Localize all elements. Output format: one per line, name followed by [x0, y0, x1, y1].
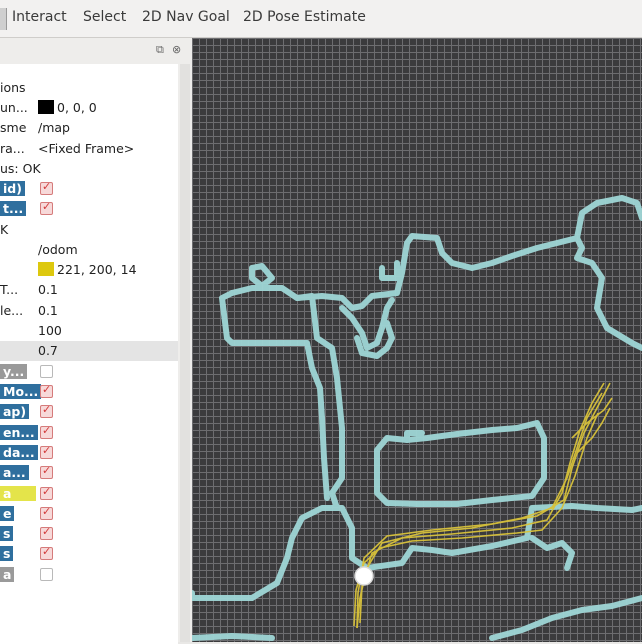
tree-row-color[interactable]: 221, 200, 14 [0, 260, 178, 280]
enable-checkbox[interactable] [40, 505, 53, 520]
background-color-value: 0, 0, 0 [57, 100, 97, 115]
row-label: a... [0, 465, 29, 480]
panel-scrollbar[interactable] [180, 64, 190, 642]
map-wall [379, 260, 400, 281]
row-label: e [0, 506, 15, 521]
map-wall [294, 195, 642, 311]
row-label: id) [0, 181, 25, 196]
row-label: da... [0, 445, 38, 460]
row-label: ap) [0, 404, 30, 419]
tree-row-tolerance-2[interactable]: le... 0.1 [0, 301, 178, 321]
tree-row-background-color[interactable]: un... 0, 0, 0 [0, 98, 178, 118]
map-canvas [192, 195, 642, 641]
row-value[interactable]: 221, 200, 14 [38, 262, 137, 277]
tree-row-display-3[interactable]: y... [0, 362, 178, 382]
path-trail [353, 412, 599, 627]
map-wall [249, 263, 275, 289]
enable-checkbox[interactable] [40, 424, 53, 439]
map-wall [489, 595, 642, 641]
tree-row-length[interactable]: 0.7 [0, 341, 178, 361]
color-swatch-icon[interactable] [38, 100, 54, 114]
row-label: a [0, 567, 15, 582]
enable-checkbox[interactable] [40, 485, 53, 500]
tree-row-fixed-frame[interactable]: sme /map [0, 118, 178, 138]
robot-marker [354, 566, 374, 586]
row-value[interactable]: 100 [38, 323, 62, 338]
select-button[interactable]: Select [83, 9, 126, 25]
row-label: s [0, 526, 14, 541]
display-tree: ions un... 0, 0, 0 sme /map ra... <Fixed… [0, 64, 178, 644]
row-label: us: OK [0, 161, 41, 176]
row-value[interactable]: 0, 0, 0 [38, 100, 97, 115]
tree-row-display-11[interactable]: s [0, 524, 178, 544]
row-value[interactable]: /odom [38, 242, 78, 257]
tree-row-frame-rate[interactable]: ra... <Fixed Frame> [0, 139, 178, 159]
row-value[interactable]: <Fixed Frame> [38, 141, 134, 156]
close-icon[interactable]: ⊗ [172, 43, 181, 56]
tree-row-status-ok[interactable]: K [0, 220, 178, 240]
tree-row-display-6[interactable]: en... [0, 423, 178, 443]
map-wall [574, 235, 642, 351]
tree-row-tolerance-1[interactable]: T... 0.1 [0, 280, 178, 300]
enable-checkbox[interactable] [40, 180, 53, 195]
row-label: K [0, 222, 9, 237]
enable-checkbox[interactable] [40, 383, 53, 398]
row-value[interactable]: 0.1 [38, 303, 58, 318]
row-label: le... [0, 303, 24, 318]
row-value[interactable]: 0.1 [38, 282, 58, 297]
enable-checkbox[interactable] [40, 545, 53, 560]
map-wall [374, 420, 547, 507]
tree-row-display-4[interactable]: Mo... [0, 382, 178, 402]
undock-icon[interactable]: ⧉ [156, 43, 164, 57]
tree-row-display-12[interactable]: s [0, 544, 178, 564]
row-label: y... [0, 364, 28, 379]
enable-checkbox[interactable] [40, 200, 53, 215]
enable-checkbox[interactable] [40, 525, 53, 540]
tree-row-status[interactable]: us: OK [0, 159, 178, 179]
map-view[interactable] [192, 38, 642, 642]
row-label: s [0, 546, 14, 561]
toolbar: Interact Select 2D Nav Goal 2D Pose Esti… [0, 0, 642, 38]
row-label: t... [0, 201, 27, 216]
enable-checkbox[interactable] [40, 365, 53, 378]
move-camera-icon[interactable] [0, 8, 7, 30]
enable-checkbox[interactable] [40, 464, 53, 479]
enable-checkbox[interactable] [40, 568, 53, 581]
tree-row-reference-frame[interactable]: /odom [0, 240, 178, 260]
tree-row-display-1[interactable]: id) [0, 179, 178, 199]
panel-titlebar: ⧉ ⊗ [0, 38, 192, 62]
row-label: un... [0, 100, 28, 115]
displays-panel: ⧉ ⊗ ions un... 0, 0, 0 sme /map ra... <F… [0, 38, 192, 644]
row-label: sme [0, 120, 27, 135]
map-wall [192, 633, 275, 641]
enable-checkbox[interactable] [40, 403, 53, 418]
row-label: en... [0, 425, 38, 440]
tree-row-display-7[interactable]: da... [0, 443, 178, 463]
tree-row-display-8[interactable]: a... [0, 463, 178, 483]
interact-button[interactable]: Interact [12, 9, 67, 25]
row-label: ions [0, 80, 26, 95]
nav-goal-button[interactable]: 2D Nav Goal [142, 9, 230, 25]
tree-row-display-10[interactable]: e [0, 504, 178, 524]
tree-row-display-13[interactable]: a [0, 565, 178, 585]
odom-color-value: 221, 200, 14 [57, 262, 137, 277]
tree-row-display-5[interactable]: ap) [0, 402, 178, 422]
row-label: ra... [0, 141, 25, 156]
row-value[interactable]: 0.7 [38, 343, 58, 358]
path-trail [356, 392, 603, 629]
row-label: T... [0, 282, 19, 297]
enable-checkbox[interactable] [40, 444, 53, 459]
pose-estimate-button[interactable]: 2D Pose Estimate [243, 9, 366, 25]
row-label: Mo... [0, 384, 42, 399]
tree-row-keep[interactable]: 100 [0, 321, 178, 341]
tree-row-options[interactable]: ions [0, 78, 178, 98]
tree-row-display-9[interactable]: a [0, 484, 178, 504]
tree-row-display-2[interactable]: t... [0, 199, 178, 219]
row-label: a [0, 486, 36, 501]
color-swatch-icon[interactable] [38, 262, 54, 276]
map-wall [219, 290, 330, 501]
row-value[interactable]: /map [38, 120, 70, 135]
map-wall [529, 535, 575, 571]
